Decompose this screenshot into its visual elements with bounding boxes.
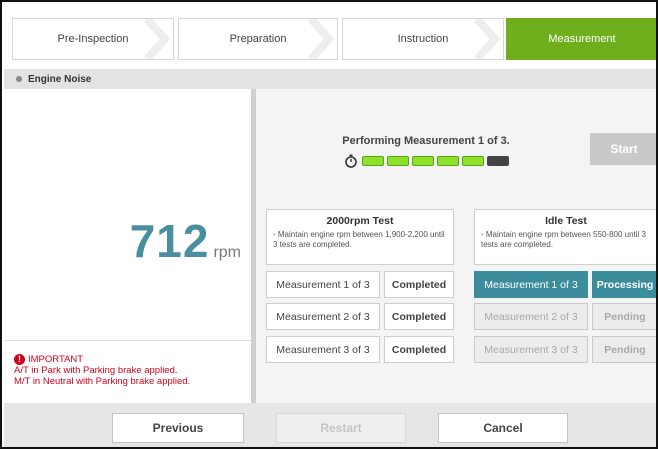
progress-indicator (344, 154, 512, 168)
progress-segment (462, 156, 484, 166)
progress-segment (362, 156, 384, 166)
warning-icon: ! (14, 354, 25, 365)
status-badge: Completed (384, 303, 454, 330)
step-measurement[interactable]: Measurement (506, 18, 656, 60)
important-line: A/T in Park with Parking brake applied. (14, 365, 178, 376)
chevron-right-icon (144, 19, 171, 59)
restart-button[interactable]: Restart (276, 413, 406, 443)
cancel-button[interactable]: Cancel (438, 413, 568, 443)
test-description: - Maintain engine rpm between 1,900-2,20… (273, 230, 445, 249)
measurement-row-label[interactable]: Measurement 3 of 3 (266, 336, 380, 363)
step-label: Pre-Inspection (57, 33, 129, 45)
previous-button[interactable]: Previous (112, 413, 244, 443)
measurement-row-label[interactable]: Measurement 3 of 3 (474, 336, 588, 363)
measurement-panel: Performing Measurement 1 of 3. Start 200… (256, 89, 656, 403)
test-title: Idle Test (545, 215, 587, 227)
test-description: - Maintain engine rpm between 550-800 un… (481, 230, 646, 249)
footer-bar: Previous Restart Cancel (4, 403, 656, 447)
measurement-row-label[interactable]: Measurement 1 of 3 (266, 271, 380, 298)
important-notice: ! IMPORTANT A/T in Park with Parking bra… (14, 354, 249, 387)
section-header: Engine Noise (4, 69, 656, 89)
section-title: Engine Noise (28, 73, 92, 85)
step-label: Preparation (229, 33, 287, 45)
chevron-right-icon (474, 19, 501, 59)
step-preparation[interactable]: Preparation (178, 18, 338, 60)
app-window: Pre-Inspection Preparation Instruction M… (0, 0, 658, 449)
status-badge: Processing (592, 271, 656, 298)
step-navigation: Pre-Inspection Preparation Instruction M… (12, 18, 656, 60)
important-line: M/T in Neutral with Parking brake applie… (14, 376, 191, 387)
divider (4, 340, 251, 341)
status-badge: Pending (592, 336, 656, 363)
progress-segment (487, 156, 509, 166)
status-badge: Pending (592, 303, 656, 330)
test-card-idle: Idle Test - Maintain engine rpm between … (474, 209, 656, 265)
bullet-icon (16, 76, 22, 82)
step-pre-inspection[interactable]: Pre-Inspection (12, 18, 174, 60)
status-badge: Completed (384, 271, 454, 298)
progress-segments (362, 156, 512, 166)
reading-panel: 712 rpm ! IMPORTANT A/T in Park with Park… (4, 89, 251, 403)
test-title: 2000rpm Test (326, 215, 394, 227)
measurement-row-label[interactable]: Measurement 2 of 3 (474, 303, 588, 330)
step-label: Measurement (548, 33, 616, 45)
measurement-row-label[interactable]: Measurement 2 of 3 (266, 303, 380, 330)
stopwatch-icon (345, 154, 357, 168)
measurement-row-label[interactable]: Measurement 1 of 3 (474, 271, 588, 298)
status-badge: Completed (384, 336, 454, 363)
rpm-unit: rpm (213, 244, 241, 261)
test-card-2000rpm: 2000rpm Test - Maintain engine rpm betwe… (266, 209, 454, 265)
important-title: IMPORTANT (28, 354, 84, 365)
chevron-right-icon (308, 19, 335, 59)
progress-segment (412, 156, 434, 166)
step-label: Instruction (397, 33, 449, 45)
progress-segment (437, 156, 459, 166)
rpm-value: 712 (129, 215, 210, 267)
start-button[interactable]: Start (590, 133, 656, 165)
measurement-status: Performing Measurement 1 of 3. (342, 135, 510, 147)
rpm-readout: 712 rpm (4, 214, 251, 268)
progress-segment (387, 156, 409, 166)
step-instruction[interactable]: Instruction (342, 18, 504, 60)
